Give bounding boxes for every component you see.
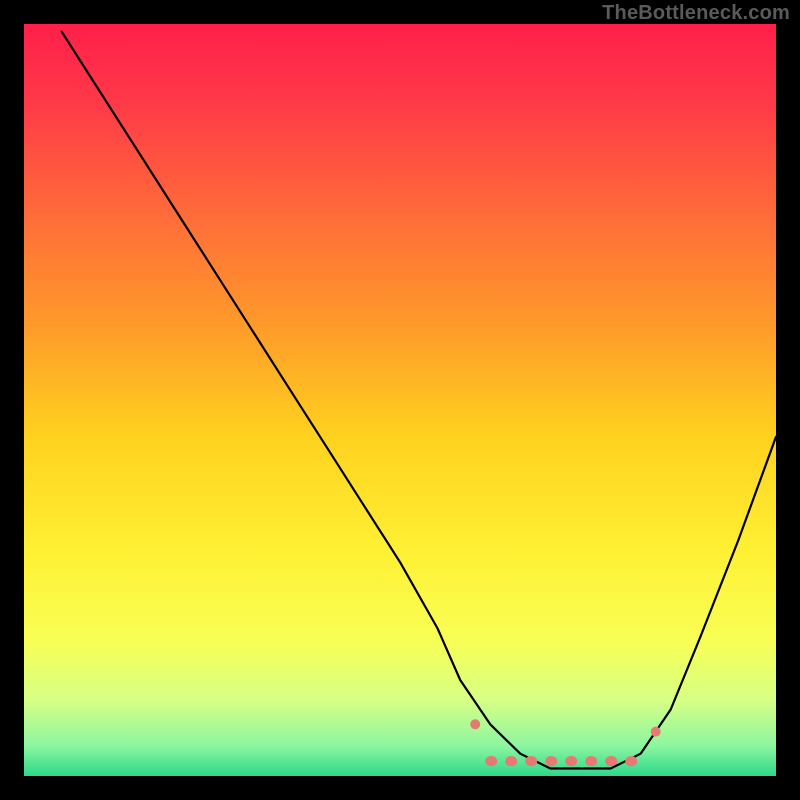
chart-frame: TheBottleneck.com bbox=[0, 0, 800, 800]
plot-area bbox=[24, 24, 776, 776]
valley-highlight-dot bbox=[470, 719, 480, 729]
valley-highlight-dot bbox=[651, 727, 661, 737]
watermark-text: TheBottleneck.com bbox=[602, 2, 790, 25]
bottleneck-curve bbox=[24, 24, 776, 776]
